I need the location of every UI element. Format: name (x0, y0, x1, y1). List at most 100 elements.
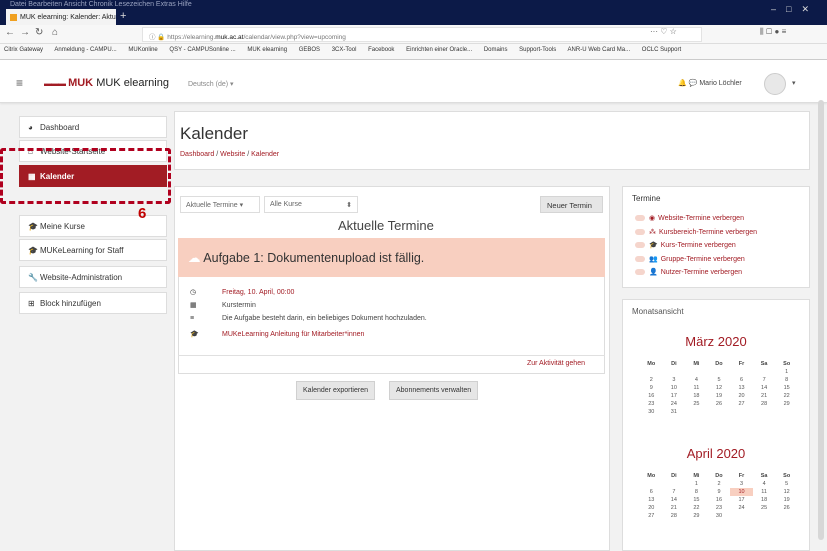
calendar-day[interactable]: 4 (685, 376, 708, 384)
calendar-day[interactable]: 24 (663, 400, 686, 408)
calendar-day[interactable]: 2 (708, 480, 731, 488)
calendar-day[interactable]: 11 (685, 384, 708, 392)
bookmark[interactable]: Citrix Gateway (4, 47, 43, 53)
calendar-day[interactable]: 22 (775, 392, 798, 400)
calendar-day[interactable]: 20 (730, 392, 753, 400)
toggle-group-events[interactable]: 👥 Gruppe-Termine verbergen (635, 255, 745, 263)
calendar-day[interactable]: 21 (663, 504, 686, 512)
calendar-day[interactable]: 9 (640, 384, 663, 392)
bookmark[interactable]: Einrichten einer Oracle... (406, 47, 472, 53)
url-bar[interactable]: ⓘ 🔒 https://elearning.muk.ac.at/calendar… (142, 27, 702, 42)
calendar-day[interactable]: 24 (730, 504, 753, 512)
new-tab-button[interactable]: + (120, 10, 126, 22)
toggle-course-events[interactable]: 🎓 Kurs-Termine verbergen (635, 241, 736, 249)
bookmark[interactable]: Support-Tools (519, 47, 556, 53)
toggle-user-events[interactable]: 👤 Nutzer-Termine verbergen (635, 268, 742, 276)
language-menu[interactable]: Deutsch (de) ▾ (188, 80, 234, 88)
calendar-day[interactable]: 26 (775, 504, 798, 512)
menu-toggle-icon[interactable]: ≡ (16, 76, 23, 90)
bookmark[interactable]: MUK elearning (247, 47, 287, 53)
bookmark[interactable]: ANR-U Web Card Ma... (568, 47, 631, 53)
toggle-site-events[interactable]: ◉ Website-Termine verbergen (635, 214, 744, 222)
calendar-day[interactable]: 6 (730, 376, 753, 384)
bookmark[interactable]: 3CX-Tool (332, 47, 357, 53)
calendar-day[interactable]: 25 (753, 504, 776, 512)
calendar-day[interactable]: 1 (775, 368, 798, 376)
forward-icon[interactable]: → (20, 27, 30, 38)
sidebar-item-staff-course[interactable]: 🎓 MUKeLearning for Staff (19, 239, 167, 261)
export-calendar-button[interactable]: Kalender exportieren (296, 381, 375, 400)
calendar-day[interactable]: 7 (663, 488, 686, 496)
calendar-day[interactable]: 2 (640, 376, 663, 384)
calendar-day[interactable]: 6 (640, 488, 663, 496)
calendar-day[interactable]: 8 (775, 376, 798, 384)
calendar-day[interactable]: 19 (775, 496, 798, 504)
calendar-day[interactable]: 11 (753, 488, 776, 496)
breadcrumb-calendar[interactable]: Kalender (251, 151, 279, 158)
calendar-day[interactable]: 21 (753, 392, 776, 400)
calendar-day[interactable]: 22 (685, 504, 708, 512)
site-logo[interactable]: ▬▬▬ MUK MUK elearning (44, 77, 169, 89)
user-area[interactable]: 🔔 💬 Mario Löchler (678, 79, 742, 87)
browser-menubar[interactable]: Datei Bearbeiten Ansicht Chronik Lesezei… (10, 1, 192, 8)
calendar-day[interactable]: 17 (663, 392, 686, 400)
event-title[interactable]: ☁ Aufgabe 1: Dokumentenupload ist fällig… (188, 250, 424, 265)
calendar-day[interactable]: 23 (708, 504, 731, 512)
calendar-day[interactable]: 27 (640, 512, 663, 520)
calendar-day[interactable]: 1 (685, 480, 708, 488)
page-actions-icon[interactable]: ··· ♡ ☆ (650, 27, 677, 36)
calendar-day[interactable]: 23 (640, 400, 663, 408)
reload-icon[interactable]: ↻ (35, 27, 43, 38)
calendar-day[interactable]: 14 (753, 384, 776, 392)
sidebar-item-add-block[interactable]: ⊞ Block hinzufügen (19, 292, 167, 314)
event-date[interactable]: Freitag, 10. April, 00:00 (222, 289, 294, 296)
user-menu-caret-icon[interactable]: ▾ (792, 79, 796, 87)
calendar-day[interactable]: 13 (730, 384, 753, 392)
chat-icon[interactable]: 💬 (689, 80, 698, 87)
calendar-day[interactable]: 10 (730, 488, 753, 496)
page-scrollbar[interactable] (818, 100, 824, 540)
bookmark[interactable]: Anmeldung - CAMPU... (54, 47, 116, 53)
calendar-day[interactable]: 28 (753, 400, 776, 408)
bell-icon[interactable]: 🔔 (678, 80, 687, 87)
calendar-day[interactable]: 18 (685, 392, 708, 400)
calendar-day[interactable]: 5 (775, 480, 798, 488)
go-to-activity-link[interactable]: Zur Aktivität gehen (527, 360, 585, 367)
calendar-day[interactable]: 7 (753, 376, 776, 384)
month-title[interactable]: März 2020 (630, 334, 802, 349)
event-course-link[interactable]: MUKeLearning Anleitung für Mitarbeiter*i… (222, 331, 364, 338)
manage-subscriptions-button[interactable]: Abonnements verwalten (389, 381, 479, 400)
breadcrumb-dashboard[interactable]: Dashboard (180, 151, 214, 158)
calendar-day[interactable]: 30 (640, 408, 663, 416)
calendar-day[interactable]: 29 (685, 512, 708, 520)
calendar-day[interactable]: 16 (708, 496, 731, 504)
calendar-day[interactable]: 3 (730, 480, 753, 488)
calendar-day[interactable]: 16 (640, 392, 663, 400)
calendar-day[interactable]: 12 (775, 488, 798, 496)
calendar-day[interactable]: 18 (753, 496, 776, 504)
calendar-day[interactable]: 30 (708, 512, 731, 520)
calendar-day[interactable]: 4 (753, 480, 776, 488)
calendar-day[interactable]: 31 (663, 408, 686, 416)
back-icon[interactable]: ← (5, 27, 15, 38)
calendar-day[interactable]: 17 (730, 496, 753, 504)
calendar-day[interactable]: 15 (775, 384, 798, 392)
calendar-day[interactable]: 27 (730, 400, 753, 408)
calendar-day[interactable]: 5 (708, 376, 731, 384)
calendar-day[interactable]: 14 (663, 496, 686, 504)
toolbar-icons[interactable]: ⫼ ▢ ● ≡ (760, 27, 786, 37)
course-select[interactable]: Alle Kurse ⬍ (264, 196, 358, 213)
calendar-day[interactable]: 20 (640, 504, 663, 512)
calendar-day[interactable]: 13 (640, 496, 663, 504)
calendar-day[interactable]: 9 (708, 488, 731, 496)
sidebar-item-site-admin[interactable]: 🔧 Website-Administration (19, 266, 167, 288)
window-controls[interactable]: –□✕ (771, 4, 819, 15)
calendar-day[interactable]: 12 (708, 384, 731, 392)
bookmark[interactable]: Facebook (368, 47, 394, 53)
view-select[interactable]: Aktuelle Termine ▾ (180, 196, 260, 213)
bookmark[interactable]: QSY - CAMPUSonline ... (169, 47, 235, 53)
calendar-day[interactable]: 15 (685, 496, 708, 504)
new-event-button[interactable]: Neuer Termin (540, 196, 603, 213)
avatar[interactable] (764, 73, 786, 95)
bookmark[interactable]: GEBOS (299, 47, 320, 53)
